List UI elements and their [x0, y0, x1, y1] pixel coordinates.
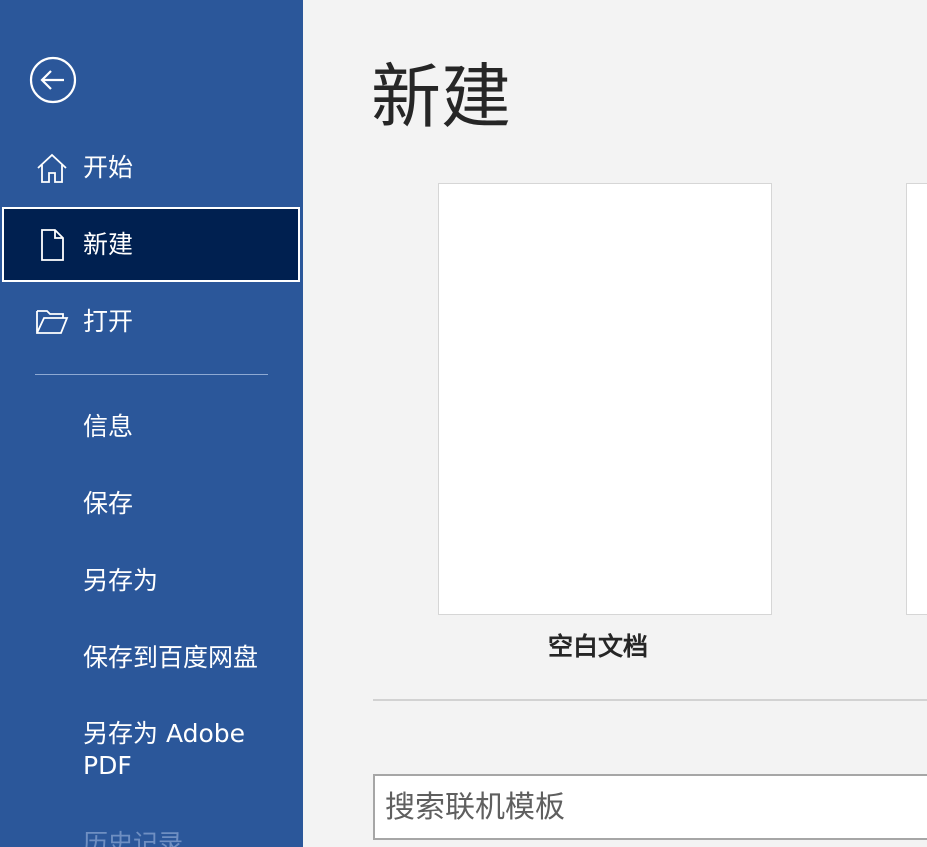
nav-item-new[interactable]: 新建	[2, 207, 300, 282]
back-arrow-icon	[29, 56, 77, 104]
template-label: 空白文档	[547, 632, 648, 661]
page-title: 新建	[371, 56, 511, 138]
template-card-partial[interactable]	[906, 183, 927, 615]
nav-item-label: 开始	[83, 152, 134, 182]
sidebar-item-save-as[interactable]: 另存为	[83, 565, 158, 597]
nav-item-open[interactable]: 打开	[2, 284, 300, 359]
section-divider	[373, 699, 927, 701]
sidebar-item-history[interactable]: 历史记录	[83, 828, 183, 847]
sidebar-item-save[interactable]: 保存	[83, 488, 133, 520]
nav-item-label: 打开	[83, 306, 134, 336]
nav-item-home[interactable]: 开始	[2, 130, 300, 205]
nav-item-label: 新建	[83, 229, 134, 259]
home-icon	[34, 150, 70, 186]
main-panel: 新建 空白文档	[303, 0, 927, 847]
sidebar-item-info[interactable]: 信息	[83, 411, 133, 443]
sidebar-divider	[35, 374, 268, 375]
search-templates-input[interactable]	[373, 774, 927, 840]
backstage-sidebar: 开始 新建 打开 信息 保存 另存为 保存到百度网盘 另存为 Adobe PDF…	[0, 0, 303, 847]
back-button[interactable]	[29, 56, 77, 104]
new-document-icon	[34, 227, 70, 263]
sidebar-item-save-as-pdf[interactable]: 另存为 Adobe PDF	[83, 718, 273, 782]
open-folder-icon	[34, 304, 70, 340]
sidebar-item-save-to-baidu[interactable]: 保存到百度网盘	[83, 642, 258, 674]
blank-document-template[interactable]	[438, 183, 772, 615]
